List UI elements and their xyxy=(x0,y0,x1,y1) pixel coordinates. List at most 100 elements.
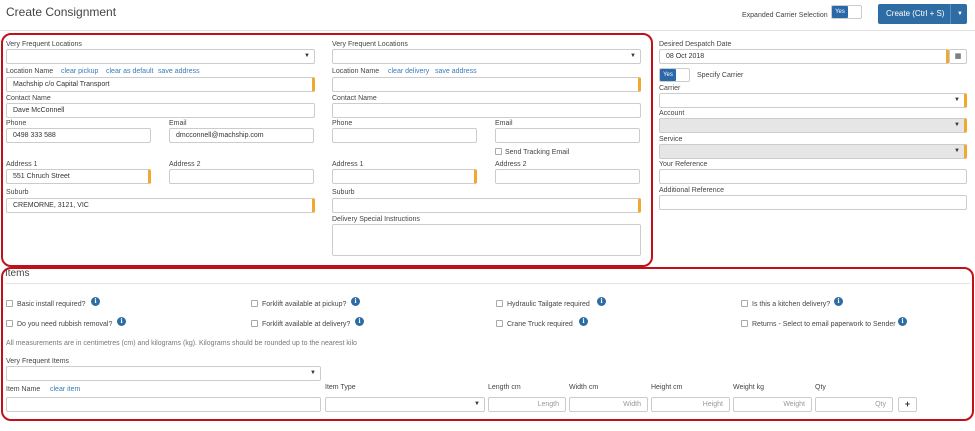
create-button[interactable]: Create (Ctrl + S) ▼ xyxy=(878,4,967,24)
your-reference-input[interactable] xyxy=(659,169,967,184)
info-icon[interactable]: i xyxy=(351,297,360,306)
delivery-suburb-input[interactable] xyxy=(332,198,641,213)
pickup-suburb-label: Suburb xyxy=(6,189,29,196)
item-name-label: Item Name xyxy=(6,386,41,393)
delivery-location-input[interactable] xyxy=(332,77,641,92)
length-input[interactable]: Length xyxy=(488,397,566,412)
returns-checkbox[interactable] xyxy=(741,320,748,327)
info-icon[interactable]: i xyxy=(91,297,100,306)
info-icon[interactable]: i xyxy=(579,317,588,326)
pickup-email-label: Email xyxy=(169,120,187,127)
height-label: Height cm xyxy=(651,384,683,391)
toggle-yes: Yes xyxy=(832,6,848,18)
pickup-location-label: Location Name xyxy=(6,68,54,75)
pickup-contact-input[interactable]: Dave McConnell xyxy=(6,103,315,118)
delivery-vfl-select[interactable]: ▼ xyxy=(332,49,641,64)
check-label: Returns - Select to email paperwork to S… xyxy=(752,321,896,328)
despatch-date-input[interactable]: 08 Oct 2018 xyxy=(659,49,949,64)
info-icon[interactable]: i xyxy=(597,297,606,306)
delivery-location-label: Location Name xyxy=(332,68,380,75)
delivery-email-label: Email xyxy=(495,120,513,127)
check-label: Hydraulic Tailgate required xyxy=(507,301,590,308)
info-icon[interactable]: i xyxy=(834,297,843,306)
pickup-vfl-select[interactable]: ▼ xyxy=(6,49,315,64)
despatch-date-label: Desired Despatch Date xyxy=(659,41,732,48)
chevron-down-icon: ▼ xyxy=(954,148,960,154)
delivery-vfl-label: Very Frequent Locations xyxy=(332,41,408,48)
qty-input[interactable]: Qty xyxy=(815,397,893,412)
save-delivery-address-link[interactable]: save address xyxy=(435,68,477,75)
chevron-down-icon: ▼ xyxy=(304,53,310,59)
delivery-contact-input[interactable] xyxy=(332,103,641,118)
delivery-suburb-label: Suburb xyxy=(332,189,355,196)
vfi-label: Very Frequent Items xyxy=(6,358,70,365)
account-label: Account xyxy=(659,110,685,117)
pickup-suburb-input[interactable]: CREMORNE, 3121, VIC xyxy=(6,198,315,213)
button-separator xyxy=(950,4,951,24)
pickup-phone-label: Phone xyxy=(6,120,27,127)
length-label: Length cm xyxy=(488,384,521,391)
clear-item-link[interactable]: clear item xyxy=(50,386,80,393)
hydraulic-tailgate-checkbox[interactable] xyxy=(496,300,503,307)
delivery-contact-label: Contact Name xyxy=(332,95,377,102)
send-tracking-checkbox[interactable] xyxy=(495,148,502,155)
forklift-delivery-checkbox[interactable] xyxy=(251,320,258,327)
measurement-note: All measurements are in centimetres (cm)… xyxy=(6,340,357,347)
header-divider xyxy=(0,30,975,31)
specify-carrier-toggle[interactable]: Yes xyxy=(659,68,690,82)
add-item-button[interactable]: + xyxy=(898,397,917,412)
qty-label: Qty xyxy=(815,384,826,391)
info-icon[interactable]: i xyxy=(898,317,907,326)
delivery-address2-input[interactable] xyxy=(495,169,640,184)
additional-reference-input[interactable] xyxy=(659,195,967,210)
clear-pickup-link[interactable]: clear pickup xyxy=(61,68,98,75)
forklift-pickup-checkbox[interactable] xyxy=(251,300,258,307)
pickup-location-input[interactable]: Machship c/o Capital Transport xyxy=(6,77,315,92)
delivery-instructions-label: Delivery Special Instructions xyxy=(332,216,420,223)
delivery-email-input[interactable] xyxy=(495,128,640,143)
delivery-instructions-textarea[interactable] xyxy=(332,224,641,256)
save-pickup-address-link[interactable]: save address xyxy=(158,68,200,75)
clear-default-link[interactable]: clear as default xyxy=(106,68,153,75)
pickup-vfl-label: Very Frequent Locations xyxy=(6,41,82,48)
clear-delivery-link[interactable]: clear delivery xyxy=(388,68,429,75)
crane-truck-checkbox[interactable] xyxy=(496,320,503,327)
pickup-email-input[interactable]: dmcconnell@machship.com xyxy=(169,128,314,143)
account-select[interactable]: ▼ xyxy=(659,118,967,133)
create-button-label: Create (Ctrl + S) xyxy=(886,9,945,18)
items-title: Items xyxy=(5,268,30,279)
item-name-input[interactable] xyxy=(6,397,321,412)
delivery-address1-input[interactable] xyxy=(332,169,477,184)
pickup-contact-label: Contact Name xyxy=(6,95,51,102)
pickup-phone-input[interactable]: 0498 333 588 xyxy=(6,128,151,143)
kitchen-delivery-checkbox[interactable] xyxy=(741,300,748,307)
rubbish-removal-checkbox[interactable] xyxy=(6,320,13,327)
info-icon[interactable]: i xyxy=(355,317,364,326)
your-reference-label: Your Reference xyxy=(659,161,708,168)
pickup-address2-input[interactable] xyxy=(169,169,314,184)
caret-down-icon[interactable]: ▼ xyxy=(957,4,963,24)
carrier-label: Carrier xyxy=(659,85,681,92)
chevron-down-icon: ▼ xyxy=(474,401,480,407)
delivery-phone-input[interactable] xyxy=(332,128,477,143)
delivery-phone-label: Phone xyxy=(332,120,353,127)
width-label: Width cm xyxy=(569,384,599,391)
service-label: Service xyxy=(659,136,683,143)
item-type-label: Item Type xyxy=(325,384,356,391)
height-input[interactable]: Height xyxy=(651,397,730,412)
service-select[interactable]: ▼ xyxy=(659,144,967,159)
pickup-address1-input[interactable]: 551 Chruch Street xyxy=(6,169,151,184)
toggle-yes: Yes xyxy=(660,69,676,81)
pickup-address2-label: Address 2 xyxy=(169,161,201,168)
check-label: Is this a kitchen delivery? xyxy=(752,301,831,308)
item-type-select[interactable]: ▼ xyxy=(325,397,485,412)
basic-install-checkbox[interactable] xyxy=(6,300,13,307)
carrier-select[interactable]: ▼ xyxy=(659,93,967,108)
info-icon[interactable]: i xyxy=(117,317,126,326)
vfi-select[interactable]: ▼ xyxy=(6,366,321,381)
expanded-carrier-toggle[interactable]: Yes xyxy=(831,5,862,19)
send-tracking-label: Send Tracking Email xyxy=(505,149,570,156)
width-input[interactable]: Width xyxy=(569,397,648,412)
calendar-icon[interactable]: ▦ xyxy=(949,49,967,64)
weight-input[interactable]: Weight xyxy=(733,397,812,412)
